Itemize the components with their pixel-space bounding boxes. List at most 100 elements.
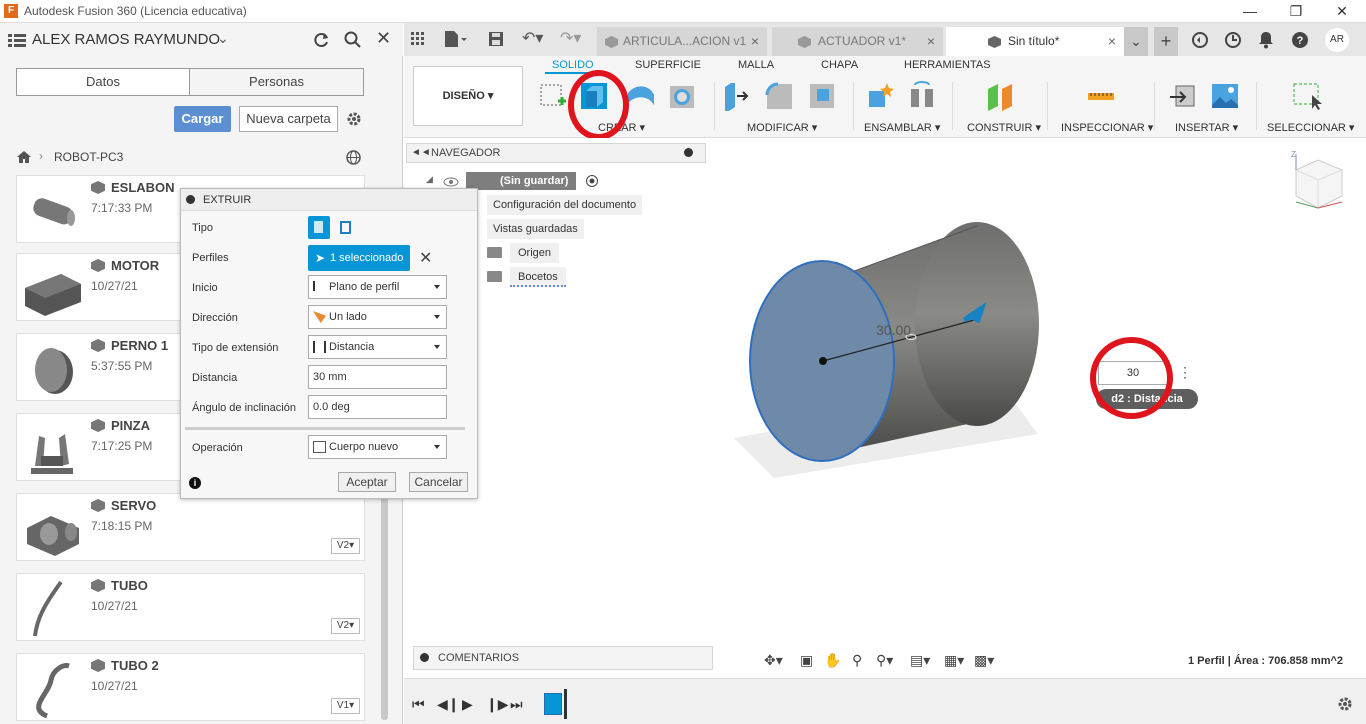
user-name[interactable]: ALEX RAMOS RAYMUNDO — [32, 31, 220, 48]
eye-icon[interactable] — [443, 176, 459, 188]
version-badge[interactable]: V2▾ — [331, 538, 360, 554]
team-icon[interactable] — [8, 33, 26, 47]
step-forward-icon[interactable]: ❙▶ — [486, 696, 509, 713]
insert-derive-icon[interactable] — [1168, 81, 1198, 111]
home-icon[interactable] — [16, 150, 32, 164]
step-back-icon[interactable]: ◀❙ — [437, 696, 460, 713]
help-icon[interactable]: ? — [1291, 31, 1309, 49]
close-tab-icon[interactable]: × — [751, 27, 759, 55]
close-tab-icon[interactable]: × — [1108, 27, 1116, 55]
tab-sin-titulo[interactable]: Sin título* × — [946, 27, 1124, 56]
version-badge[interactable]: V1▾ — [331, 698, 360, 714]
tab-datos[interactable]: Datos — [16, 68, 190, 96]
workspace-switcher[interactable]: DISEÑO ▾ — [413, 66, 523, 126]
zoom-icon[interactable]: ⚲ — [852, 652, 862, 669]
group-inspeccionar[interactable]: INSPECCIONAR ▾ — [1061, 121, 1153, 134]
offset-plane-icon[interactable] — [985, 81, 1015, 111]
tab-superficie[interactable]: SUPERFICIE — [635, 59, 701, 71]
close-tab-icon[interactable]: × — [927, 27, 935, 55]
info-icon[interactable]: i — [189, 477, 201, 489]
file-card[interactable]: TUBO 10/27/21 V2▾ — [16, 573, 365, 641]
chevron-down-icon[interactable]: ⌄ — [217, 30, 229, 47]
timeline-marker[interactable] — [564, 689, 567, 719]
extrude-type-thin-icon[interactable] — [337, 218, 357, 238]
job-status-icon[interactable] — [1191, 31, 1209, 49]
measure-icon[interactable] — [1086, 81, 1116, 111]
collapse-icon[interactable]: ◄◄ — [411, 147, 431, 158]
distance-input[interactable]: 30 mm — [308, 365, 447, 389]
navigator-header[interactable]: ◄◄ NAVEGADOR — [406, 143, 706, 163]
version-badge[interactable]: V2▾ — [331, 618, 360, 634]
operation-dropdown[interactable]: Cuerpo nuevo — [308, 435, 447, 459]
view-cube[interactable]: Z — [1288, 150, 1350, 216]
pan-icon[interactable]: ✋ — [824, 652, 841, 669]
pin-icon[interactable] — [684, 148, 693, 157]
gear-icon[interactable] — [345, 110, 363, 128]
extent-type-dropdown[interactable]: Distancia — [308, 335, 447, 359]
new-tab-icon[interactable]: + — [1154, 27, 1178, 56]
tab-actuador[interactable]: ACTUADOR v1* × — [772, 27, 943, 56]
select-box-icon[interactable] — [1292, 81, 1322, 111]
profiles-select-button[interactable]: ➤ 1 seleccionado — [308, 245, 410, 271]
ok-button[interactable]: Aceptar — [338, 472, 396, 492]
tab-herramientas[interactable]: HERRAMIENTAS — [904, 59, 991, 71]
minimize-icon[interactable]: — — [1240, 2, 1260, 20]
look-at-icon[interactable]: ▣ — [800, 652, 813, 669]
hole-icon[interactable] — [667, 81, 697, 111]
clear-selection-icon[interactable]: ✕ — [419, 248, 432, 268]
tab-personas[interactable]: Personas — [189, 68, 364, 96]
refresh-icon[interactable] — [312, 31, 330, 49]
timeline-settings-icon[interactable] — [1337, 696, 1353, 712]
go-to-start-icon[interactable]: ⏮ — [412, 696, 425, 713]
cancel-button[interactable]: Cancelar — [409, 472, 468, 492]
display-settings-icon[interactable]: ▤▾ — [910, 652, 930, 669]
breadcrumb[interactable]: ROBOT-PC3 — [54, 150, 123, 164]
joint-icon[interactable] — [907, 81, 937, 111]
start-dropdown[interactable]: Plano de perfil — [308, 275, 447, 299]
group-modificar[interactable]: MODIFICAR ▾ — [747, 121, 817, 134]
create-sketch-icon[interactable] — [538, 81, 568, 111]
play-icon[interactable]: ▶ — [462, 696, 473, 713]
group-seleccionar[interactable]: SELECCIONAR ▾ — [1267, 121, 1354, 134]
grid-icon[interactable]: ▦▾ — [944, 652, 964, 669]
group-ensamblar[interactable]: ENSAMBLAR ▾ — [864, 121, 940, 134]
shell-icon[interactable] — [807, 81, 837, 111]
fillet-icon[interactable] — [764, 81, 794, 111]
new-component-icon[interactable] — [865, 81, 895, 111]
nav-item[interactable]: Vistas guardadas — [487, 219, 584, 239]
add-comment-icon[interactable] — [420, 653, 429, 662]
canvas-image-icon[interactable] — [1210, 81, 1240, 111]
go-to-end-icon[interactable]: ⏭ — [510, 696, 523, 713]
tab-overflow-icon[interactable]: ⌄ — [1124, 27, 1148, 56]
expand-icon[interactable]: ◢ — [426, 174, 433, 185]
press-pull-icon[interactable] — [721, 81, 751, 111]
save-icon[interactable] — [488, 31, 504, 47]
restore-icon[interactable]: ❐ — [1286, 2, 1306, 20]
search-icon[interactable] — [344, 31, 362, 49]
extrude-type-solid-icon[interactable] — [308, 216, 330, 239]
group-insertar[interactable]: INSERTAR ▾ — [1175, 121, 1238, 134]
new-folder-button[interactable]: Nueva carpeta — [239, 106, 338, 132]
upload-button[interactable]: Cargar — [174, 106, 231, 132]
tab-chapa[interactable]: CHAPA — [821, 59, 858, 71]
undo-icon[interactable]: ↶▾ — [522, 28, 543, 48]
direction-dropdown[interactable]: Un lado — [308, 305, 447, 329]
nav-item[interactable]: Origen — [510, 243, 560, 263]
file-card[interactable]: SERVO 7:18:15 PM V2▾ — [16, 493, 365, 561]
redo-icon[interactable]: ↷▾ — [560, 28, 581, 48]
orbit-icon[interactable]: ✥▾ — [764, 652, 783, 669]
dialog-header[interactable]: EXTRUIR — [181, 189, 477, 211]
file-card[interactable]: TUBO 2 10/27/21 V1▾ — [16, 653, 365, 721]
fit-icon[interactable]: ⚲▾ — [876, 652, 893, 669]
revolve-icon[interactable] — [626, 81, 656, 111]
globe-icon[interactable] — [345, 149, 362, 166]
radio-active-icon[interactable] — [585, 174, 599, 188]
group-construir[interactable]: CONSTRUIR ▾ — [967, 121, 1041, 134]
taper-angle-input[interactable]: 0.0 deg — [308, 395, 447, 419]
nav-item[interactable]: Configuración del documento — [487, 195, 643, 215]
collapse-dialog-icon[interactable] — [186, 195, 195, 204]
timeline-feature-extrude[interactable] — [544, 693, 562, 715]
apps-grid-icon[interactable] — [411, 32, 425, 46]
more-options-icon[interactable]: ⋮ — [1178, 364, 1192, 381]
scrollbar[interactable] — [381, 483, 388, 720]
